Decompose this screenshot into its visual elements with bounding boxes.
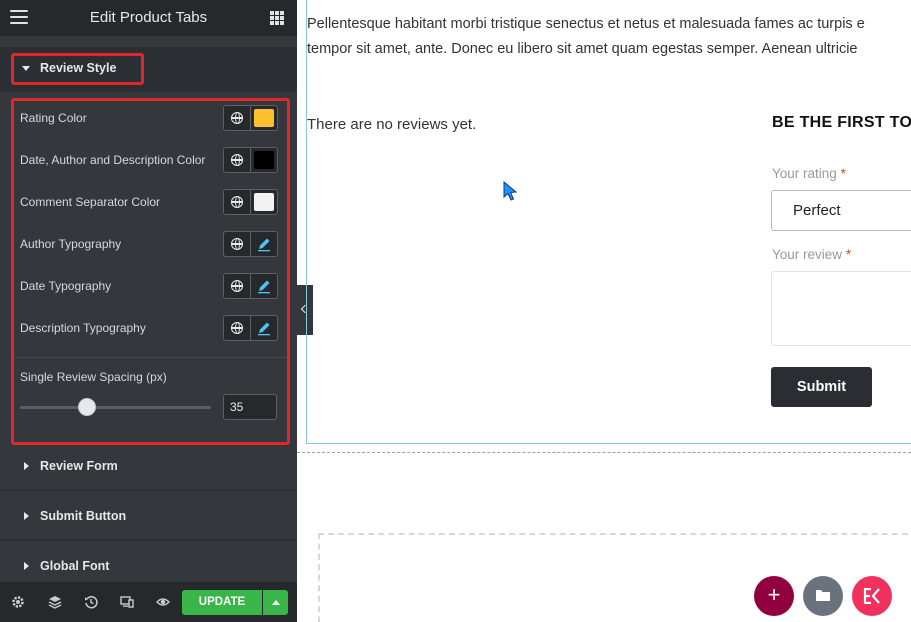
submit-button[interactable]: Submit bbox=[771, 367, 872, 407]
caret-right-icon bbox=[24, 562, 29, 570]
review-label: Your review * bbox=[772, 247, 851, 262]
review-label-text: Your review bbox=[772, 247, 843, 262]
section-boundary bbox=[297, 452, 911, 453]
preview-canvas: Pellentesque habitant morbi tristique se… bbox=[297, 0, 911, 622]
folder-icon bbox=[816, 590, 830, 601]
responsive-icon[interactable] bbox=[120, 595, 134, 609]
section-label: Submit Button bbox=[40, 509, 127, 523]
no-reviews-text: There are no reviews yet. bbox=[307, 116, 477, 133]
add-template-button[interactable] bbox=[803, 576, 843, 616]
add-section-button[interactable]: + bbox=[754, 576, 794, 616]
elementskit-button[interactable] bbox=[852, 576, 892, 616]
caret-right-icon bbox=[24, 512, 29, 520]
divider bbox=[0, 489, 297, 491]
update-options-button[interactable] bbox=[263, 590, 288, 615]
editor-panel: Edit Product Tabs Review Style Rating Co… bbox=[0, 0, 297, 622]
section-label: Review Form bbox=[40, 459, 118, 473]
section-review-form[interactable]: Review Form bbox=[0, 445, 297, 490]
plus-icon: + bbox=[767, 582, 781, 607]
divider bbox=[0, 539, 297, 541]
elementskit-logo-icon bbox=[863, 587, 880, 605]
description-text-line: Pellentesque habitant morbi tristique se… bbox=[307, 16, 865, 32]
update-button[interactable]: UPDATE bbox=[182, 590, 262, 615]
panel-header: Edit Product Tabs bbox=[0, 0, 297, 36]
caret-up-icon bbox=[272, 600, 280, 605]
review-form-heading: BE THE FIRST TO bbox=[772, 114, 911, 131]
section-label: Global Font bbox=[40, 559, 110, 573]
section-submit-button[interactable]: Submit Button bbox=[0, 495, 297, 540]
required-mark: * bbox=[845, 247, 852, 262]
history-icon[interactable] bbox=[84, 595, 98, 609]
panel-title: Edit Product Tabs bbox=[89, 9, 208, 26]
rating-label: Your rating * bbox=[772, 166, 846, 181]
highlight-frame-controls bbox=[11, 98, 290, 445]
rating-select[interactable]: Perfect bbox=[771, 190, 911, 231]
mouse-cursor-icon bbox=[503, 181, 518, 201]
required-mark: * bbox=[840, 166, 846, 181]
caret-right-icon bbox=[24, 462, 29, 470]
highlight-frame-header bbox=[11, 53, 144, 85]
widgets-grid-icon[interactable] bbox=[270, 11, 284, 25]
settings-icon[interactable] bbox=[11, 595, 25, 609]
preview-eye-icon[interactable] bbox=[156, 595, 170, 609]
description-text-line: tempor sit amet, ante. Donec eu libero s… bbox=[307, 41, 858, 57]
review-textarea[interactable] bbox=[771, 271, 911, 346]
layers-icon[interactable] bbox=[48, 595, 62, 609]
rating-label-text: Your rating bbox=[772, 166, 837, 181]
